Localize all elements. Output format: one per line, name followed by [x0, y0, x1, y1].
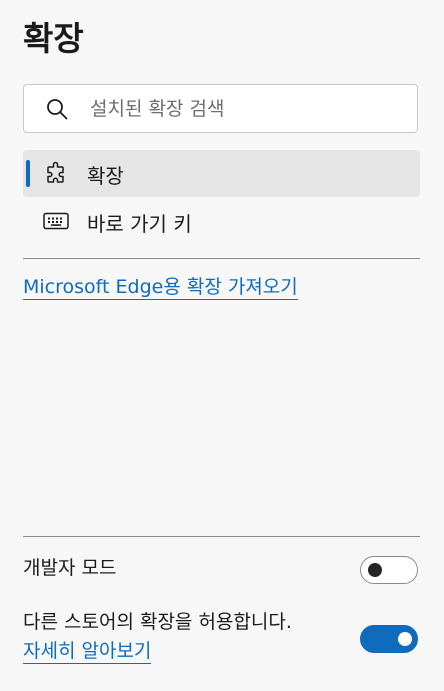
other-stores-label: 다른 스토어의 확장을 허용합니다. — [23, 611, 292, 633]
divider — [23, 258, 420, 259]
toggle-knob — [368, 563, 382, 577]
sidebar-item-label: 확장 — [87, 164, 124, 188]
developer-mode-label: 개발자 모드 — [23, 557, 117, 579]
puzzle-icon — [43, 160, 69, 186]
search-icon — [45, 97, 69, 121]
sidebar-item-extensions[interactable]: 확장 — [23, 150, 420, 197]
page-title: 확장 — [23, 19, 84, 58]
get-extensions-link[interactable]: Microsoft Edge용 확장 가져오기 — [23, 275, 298, 300]
divider — [23, 536, 420, 537]
selected-indicator — [26, 160, 30, 187]
toggle-knob — [398, 632, 412, 646]
other-stores-toggle[interactable] — [360, 625, 418, 653]
keyboard-icon — [43, 208, 69, 234]
search-box[interactable] — [23, 84, 418, 133]
search-input[interactable] — [90, 88, 417, 129]
sidebar-item-keyboard-shortcuts[interactable]: 바로 가기 키 — [23, 198, 420, 245]
learn-more-link[interactable]: 자세히 알아보기 — [23, 639, 152, 664]
developer-mode-toggle[interactable] — [360, 556, 418, 584]
sidebar-item-label: 바로 가기 키 — [87, 212, 192, 236]
